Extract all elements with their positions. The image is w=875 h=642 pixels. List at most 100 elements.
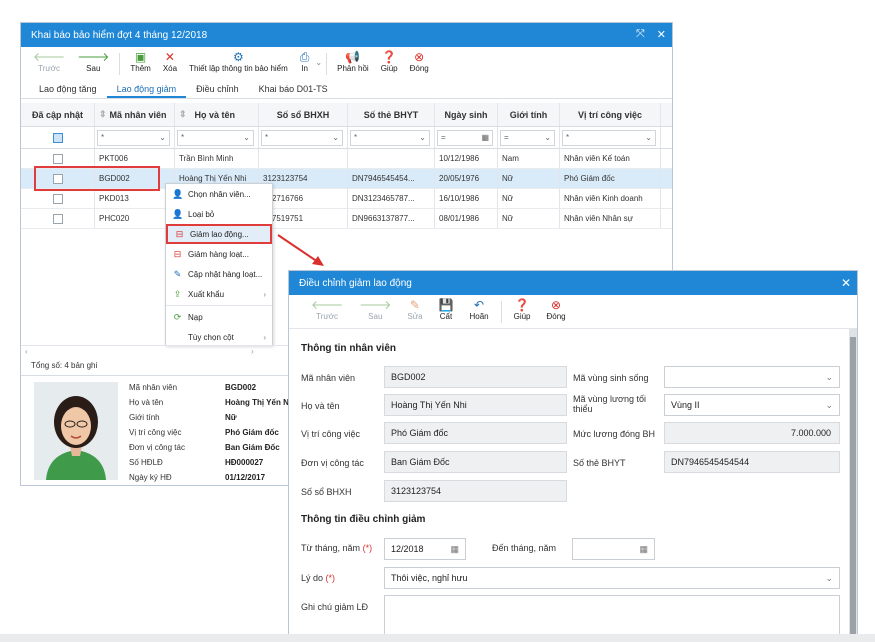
- select-vung-song[interactable]: ⌄: [664, 366, 840, 388]
- dialog-next-button[interactable]: 🡒 Sau: [351, 298, 399, 321]
- menu-item-reload[interactable]: ⟳ Nạp: [166, 307, 272, 327]
- chevron-down-icon: ⌄: [645, 133, 652, 142]
- filter-position[interactable]: * ⌄: [562, 129, 656, 146]
- menu-item-export[interactable]: ⇪ Xuất khẩu ›: [166, 284, 272, 304]
- next-button[interactable]: 🡒 Sau: [71, 50, 115, 73]
- row-checkbox[interactable]: [52, 153, 63, 164]
- context-menu: 👤 Chọn nhân viên... 👤 Loại bỏ ⊟ Giảm lao độ…: [165, 183, 273, 346]
- filter-gender[interactable]: = ⌄: [500, 129, 555, 146]
- dialog-prev-button[interactable]: 🡐 Trước: [303, 298, 351, 321]
- bottom-strip: [0, 634, 875, 642]
- dialog-edit-button[interactable]: ✎ Sửa: [399, 298, 430, 321]
- select-all-checkbox[interactable]: [52, 132, 63, 143]
- dialog-undo-button[interactable]: ↶ Hoãn: [461, 298, 496, 321]
- col-header-dob[interactable]: Ngày sinh: [435, 103, 498, 126]
- arrow-right-icon: 🡒: [77, 50, 110, 64]
- remove-person-icon: 👤: [172, 208, 184, 219]
- col-header-name[interactable]: ⇕ Họ và tên: [175, 103, 259, 126]
- col-header-updated[interactable]: Đã cập nhật: [21, 103, 95, 126]
- menu-item-choose-employee[interactable]: 👤 Chọn nhân viên...: [166, 184, 272, 204]
- dialog-vertical-scrollbar[interactable]: [849, 329, 857, 641]
- edit-icon: ✎: [409, 298, 420, 312]
- filter-bhyt[interactable]: * ⌄: [350, 129, 430, 146]
- menu-item-decrease-labor[interactable]: ⊟ Giảm lao động...: [166, 224, 272, 244]
- help-button[interactable]: ❓ Giúp: [375, 50, 404, 73]
- calendar-icon[interactable]: ▦: [639, 544, 648, 555]
- prev-button[interactable]: 🡐 Trước: [27, 50, 71, 73]
- tab-khai-bao-d01[interactable]: Khai báo D01-TS: [249, 84, 338, 98]
- cell-bhxh: [259, 149, 348, 168]
- resize-icon[interactable]: ⤧: [636, 28, 645, 41]
- calendar-icon: ▦: [481, 133, 489, 142]
- cell-position: Nhân viên Kế toán: [560, 149, 661, 168]
- arrow-right-icon: 🡒: [359, 298, 392, 312]
- menu-item-decrease-batch[interactable]: ⊟ Giảm hàng loạt...: [166, 244, 272, 264]
- scrollbar-thumb[interactable]: [850, 337, 856, 637]
- filter-dob[interactable]: = ▦: [437, 129, 493, 146]
- col-header-gender[interactable]: Giới tính: [498, 103, 560, 126]
- refresh-icon: ⟳: [173, 311, 182, 322]
- calendar-icon[interactable]: ▦: [450, 544, 459, 555]
- arrow-left-icon: 🡐: [311, 298, 344, 312]
- delete-x-icon: ✕: [164, 50, 175, 64]
- col-header-position[interactable]: Vị trí công việc: [560, 103, 661, 126]
- print-dropdown-arrow[interactable]: ⌄: [315, 50, 322, 70]
- export-icon: ⇪: [173, 288, 182, 299]
- detail-label: Số HĐLĐ: [129, 458, 163, 467]
- filter-name[interactable]: * ⌄: [177, 129, 254, 146]
- label-muc-luong: Mức lương đóng BH: [573, 429, 655, 439]
- grid-header: Đã cập nhật ⇕ Mã nhân viên ⇕ Họ và tên Số …: [21, 103, 672, 127]
- tab-bar: Lao động tăng Lao động giảm Điều chỉnh K…: [21, 79, 672, 99]
- field-don-vi: Ban Giám Đốc: [384, 451, 567, 473]
- input-den-thang[interactable]: ▦: [572, 538, 655, 560]
- close-button[interactable]: ⊗ Đóng: [404, 50, 435, 73]
- col-header-bhxh[interactable]: Số sổ BHXH: [259, 103, 348, 126]
- feedback-button[interactable]: 📢 Phản hồi: [331, 50, 375, 73]
- detail-label: Giới tính: [129, 413, 160, 422]
- detail-value: 01/12/2017: [225, 473, 266, 482]
- label-don-vi: Đơn vị công tác: [301, 458, 364, 468]
- detail-label: Đơn vị công tác: [129, 443, 185, 452]
- highlight-box-selected-row: [34, 166, 160, 191]
- menu-item-update-batch[interactable]: ✎ Cập nhật hàng loạt...: [166, 264, 272, 284]
- add-button[interactable]: ▣ Thêm: [124, 50, 156, 73]
- detail-value: Ban Giám Đốc: [225, 443, 280, 452]
- table-row[interactable]: PHC020 697519751 DN9663137877... 08/01/1…: [21, 209, 672, 229]
- detail-value: HĐ000027: [225, 458, 264, 467]
- label-so-the: Số thẻ BHYT: [573, 458, 626, 468]
- filter-code[interactable]: * ⌄: [97, 129, 170, 146]
- label-ly-do: Lý do (*): [301, 573, 336, 583]
- delete-button[interactable]: ✕ Xóa: [157, 50, 183, 73]
- row-checkbox[interactable]: [52, 213, 63, 224]
- dialog-save-button[interactable]: 💾 Cất: [431, 298, 462, 321]
- close-icon[interactable]: ✕: [841, 276, 851, 290]
- row-checkbox[interactable]: [52, 193, 63, 204]
- cell-position: Phó Giám đốc: [560, 169, 661, 188]
- scroll-left-icon[interactable]: ‹: [25, 347, 28, 356]
- detail-value: BGD002: [225, 383, 257, 392]
- cell-dob: 16/10/1986: [435, 189, 498, 208]
- insurance-settings-button[interactable]: ⚙ Thiết lập thông tin bảo hiểm: [183, 50, 294, 73]
- table-row[interactable]: PKD013 432716766 DN3123465787... 16/10/1…: [21, 189, 672, 209]
- tab-dieu-chinh[interactable]: Điều chỉnh: [186, 84, 249, 98]
- decrease-batch-icon: ⊟: [173, 248, 182, 259]
- scroll-right-icon[interactable]: ›: [251, 347, 254, 356]
- col-header-code[interactable]: ⇕ Mã nhân viên: [95, 103, 175, 126]
- select-vung-luong[interactable]: Vùng II ⌄: [664, 394, 840, 416]
- field-vi-tri: Phó Giám đốc: [384, 422, 567, 444]
- select-ly-do[interactable]: Thôi việc, nghỉ hưu ⌄: [384, 567, 840, 589]
- cell-dob: 10/12/1986: [435, 149, 498, 168]
- menu-item-remove[interactable]: 👤 Loại bỏ: [166, 204, 272, 224]
- input-tu-thang[interactable]: 12/2018 ▦: [384, 538, 466, 560]
- menu-item-column-options[interactable]: Tùy chọn cột ›: [166, 327, 272, 347]
- chevron-right-icon: ›: [263, 289, 266, 299]
- tab-lao-dong-giam[interactable]: Lao động giảm: [106, 84, 187, 98]
- dialog-help-button[interactable]: ❓ Giúp: [506, 298, 539, 321]
- dialog-title: Điều chỉnh giảm lao động: [299, 277, 412, 289]
- tab-lao-dong-tang[interactable]: Lao động tăng: [29, 84, 107, 98]
- dialog-close-button[interactable]: ⊗ Đóng: [539, 298, 574, 321]
- filter-bhxh[interactable]: * ⌄: [261, 129, 343, 146]
- print-button[interactable]: ⎙ In: [294, 50, 316, 73]
- close-icon[interactable]: ✕: [657, 28, 666, 41]
- col-header-bhyt[interactable]: Số thẻ BHYT: [348, 103, 435, 126]
